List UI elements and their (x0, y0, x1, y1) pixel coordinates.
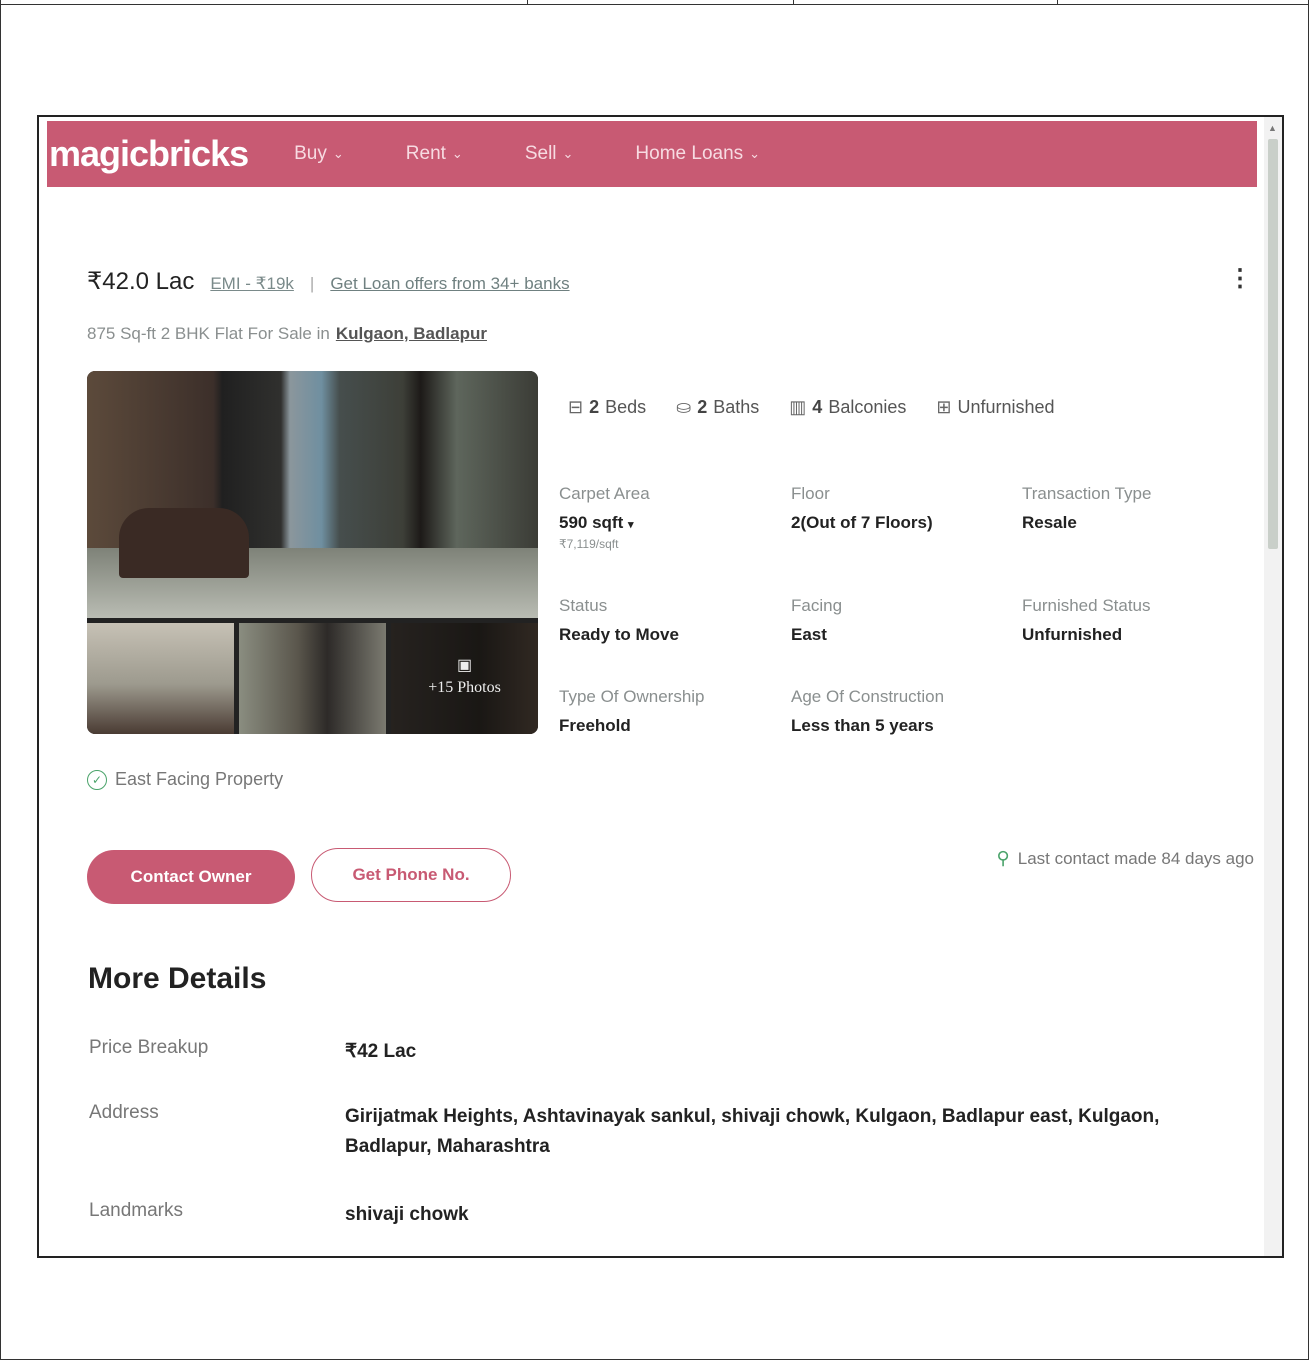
scrollbar-thumb[interactable] (1268, 139, 1278, 549)
fact-transaction-type: Transaction Type Resale (1022, 484, 1242, 533)
detail-value: shivaji chowk (345, 1204, 469, 1225)
beds-label: Beds (605, 397, 647, 417)
browser-window: magicbricks Buy ⌄ Rent ⌄ Sell ⌄ Home Loans ⌄… (37, 115, 1284, 1258)
amenities-row: ⊟ 2 Beds ⛀ 2 Baths ▥ 4 Balconies ⊞ Unfurnished (568, 397, 1055, 418)
check-circle-icon: ✓ (87, 769, 107, 790)
magicbricks-logo[interactable]: magicbricks (49, 133, 249, 175)
loan-offers-link[interactable]: Get Loan offers from 34+ banks (330, 274, 569, 294)
nav-home-loans-label: Home Loans (635, 143, 744, 164)
fact-furnished-status: Furnished Status Unfurnished (1022, 596, 1242, 645)
balconies-count: 4 (812, 397, 823, 417)
baths-count: 2 (697, 397, 708, 417)
fact-value: Unfurnished (1022, 625, 1123, 644)
nav-buy[interactable]: Buy ⌄ (294, 143, 344, 165)
fact-facing: Facing East (791, 596, 1011, 645)
thumbnail-2[interactable] (239, 623, 386, 734)
fact-floor: Floor 2(Out of 7 Floors) (791, 484, 1011, 533)
more-photos[interactable]: ▣ +15 Photos (391, 655, 538, 697)
fact-ownership: Type Of Ownership Freehold (559, 687, 779, 736)
nav-buy-label: Buy (294, 143, 327, 164)
balcony-icon: ▥ (789, 397, 807, 417)
fact-carpet-area: Carpet Area 590 sqft ▾ ₹7,119/sqft (559, 484, 779, 551)
vertical-scrollbar[interactable]: ▲ (1264, 117, 1282, 1256)
fact-label: Transaction Type (1022, 484, 1152, 503)
detail-label: Landmarks (89, 1200, 183, 1221)
detail-value: ₹42 Lac (345, 1041, 417, 1062)
location-link[interactable]: Kulgaon, Badlapur (336, 324, 487, 343)
detail-value: Girijatmak Heights, Ashtavinayak sankul,… (345, 1106, 1160, 1157)
fact-status: Status Ready to Move (559, 596, 779, 645)
thumbnail-more[interactable]: ▣ +15 Photos (391, 623, 538, 734)
fact-label: Floor (791, 484, 830, 503)
emi-link[interactable]: EMI - ₹19k (210, 274, 294, 294)
feature-east-facing: ✓ East Facing Property (87, 769, 283, 790)
photo-gallery[interactable]: ▣ +15 Photos (87, 371, 538, 734)
furnishing-label: Unfurnished (957, 397, 1055, 417)
contact-owner-button[interactable]: Contact Owner (87, 850, 295, 904)
carpet-area-value: 590 sqft (559, 513, 624, 532)
fact-label: Status (559, 596, 608, 615)
chevron-down-icon: ⌄ (451, 146, 463, 161)
more-options-icon[interactable]: ⋮ (1228, 267, 1252, 291)
photo-thumbnails: ▣ +15 Photos (87, 623, 538, 734)
scroll-up-icon[interactable]: ▲ (1268, 123, 1277, 133)
furnish-icon: ⊞ (936, 397, 952, 417)
feature-label: East Facing Property (115, 769, 284, 789)
nav-sell[interactable]: Sell ⌄ (525, 143, 574, 165)
main-photo[interactable] (87, 371, 538, 618)
balconies-label: Balconies (828, 397, 907, 417)
more-details-title: More Details (88, 962, 267, 995)
listing-description: 875 Sq-ft 2 BHK Flat For Sale in (87, 324, 330, 343)
chevron-down-icon: ⌄ (749, 146, 761, 161)
last-contact-info: ⚲ Last contact made 84 days ago (997, 848, 1254, 869)
nav-sell-label: Sell (524, 143, 557, 164)
fact-value: 2(Out of 7 Floors) (791, 513, 933, 532)
nav-rent-label: Rent (405, 143, 446, 164)
thumbnail-1[interactable] (87, 623, 234, 734)
fact-label: Carpet Area (559, 484, 650, 503)
nav-rent[interactable]: Rent ⌄ (406, 143, 463, 165)
fact-value: Resale (1022, 513, 1077, 532)
chevron-down-icon: ⌄ (562, 146, 574, 161)
detail-label: Price Breakup (89, 1037, 209, 1058)
fact-value[interactable]: 590 sqft ▾ (559, 513, 779, 533)
fact-label: Furnished Status (1022, 596, 1151, 615)
more-photos-label: +15 Photos (428, 679, 501, 696)
fact-label: Type Of Ownership (559, 687, 705, 706)
bath-icon: ⛀ (676, 397, 692, 417)
fact-value: East (791, 625, 827, 644)
chevron-down-icon: ⌄ (332, 146, 344, 161)
price-row: ₹42.0 Lac EMI - ₹19k | Get Loan offers f… (87, 267, 570, 296)
price-per-sqft: ₹7,119/sqft (559, 537, 619, 551)
get-phone-button[interactable]: Get Phone No. (311, 848, 511, 902)
gallery-icon: ▣ (456, 657, 473, 674)
photo-sofa (119, 508, 249, 578)
separator: | (309, 274, 315, 293)
caret-down-icon: ▾ (627, 519, 634, 531)
amenity-furnishing: ⊞ Unfurnished (936, 397, 1054, 418)
fact-age: Age Of Construction Less than 5 years (791, 687, 1011, 736)
listing-subtitle: 875 Sq-ft 2 BHK Flat For Sale in Kulgaon,… (87, 324, 487, 344)
beds-count: 2 (589, 397, 600, 417)
fact-label: Facing (791, 596, 843, 615)
nav-home-loans[interactable]: Home Loans ⌄ (635, 143, 760, 165)
fact-value: Less than 5 years (791, 716, 934, 735)
fact-label: Age Of Construction (791, 687, 945, 706)
fact-value: Freehold (559, 716, 631, 735)
detail-label: Address (89, 1102, 159, 1123)
amenity-balconies: ▥ 4 Balconies (789, 397, 906, 418)
baths-label: Baths (713, 397, 760, 417)
person-icon: ⚲ (996, 848, 1010, 868)
last-contact-label: Last contact made 84 days ago (1017, 848, 1254, 868)
fact-value: Ready to Move (559, 625, 679, 644)
bed-icon: ⊟ (568, 397, 584, 417)
price: ₹42.0 Lac (87, 268, 195, 295)
amenity-beds: ⊟ 2 Beds (568, 397, 646, 418)
amenity-baths: ⛀ 2 Baths (676, 397, 759, 418)
top-nav: magicbricks Buy ⌄ Rent ⌄ Sell ⌄ Home Loans ⌄ (47, 121, 1257, 187)
